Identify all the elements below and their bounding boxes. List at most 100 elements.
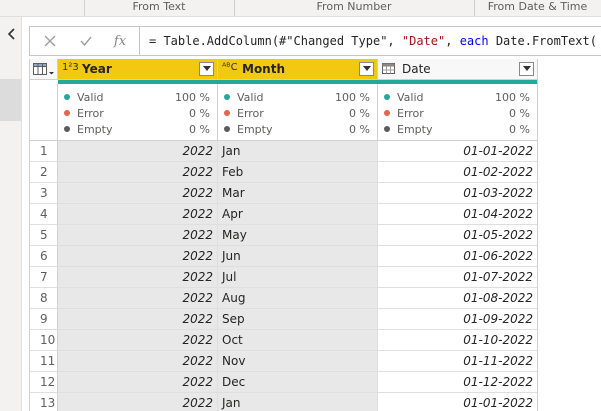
fx-icon: fx [113, 33, 127, 49]
row-number[interactable]: 10 [30, 330, 58, 351]
table-row[interactable]: 6 2022 Jun 01-06-2022 [30, 246, 537, 267]
cell-year[interactable]: 2022 [58, 183, 218, 204]
cell-year[interactable]: 2022 [58, 309, 218, 330]
row-number[interactable]: 2 [30, 162, 58, 183]
row-number[interactable]: 8 [30, 288, 58, 309]
cell-date[interactable]: 01-12-2022 [378, 372, 537, 393]
quality-valid-label: Valid [397, 91, 424, 104]
cell-year[interactable]: 2022 [58, 141, 218, 162]
quality-valid-row: Valid 100 % [64, 90, 210, 106]
insert-function-button[interactable]: fx [102, 27, 138, 55]
column-header-month[interactable]: ᴬᴮC Month [218, 59, 378, 80]
row-number[interactable]: 13 [30, 393, 58, 411]
empty-dot-icon [384, 126, 390, 132]
row-number[interactable]: 6 [30, 246, 58, 267]
table-row[interactable]: 1 2022 Jan 01-01-2022 [30, 141, 537, 162]
cell-year[interactable]: 2022 [58, 351, 218, 372]
cell-year[interactable]: 2022 [58, 225, 218, 246]
table-row[interactable]: 9 2022 Sep 01-09-2022 [30, 309, 537, 330]
cell-year[interactable]: 2022 [58, 204, 218, 225]
cell-month[interactable]: Dec [218, 372, 378, 393]
cell-month[interactable]: Jul [218, 267, 378, 288]
cell-date[interactable]: 01-11-2022 [378, 351, 537, 372]
text-type-icon[interactable]: ᴬᴮC [222, 62, 238, 73]
table-row[interactable]: 7 2022 Jul 01-07-2022 [30, 267, 537, 288]
table-row[interactable]: 10 2022 Oct 01-10-2022 [30, 330, 537, 351]
selected-query-item[interactable] [0, 79, 21, 121]
quality-valid-pct: 100 % [495, 91, 530, 104]
quality-empty-row: Empty 0 % [224, 122, 370, 138]
formula-input[interactable]: = Table.AddColumn(#"Changed Type", "Date… [149, 27, 601, 55]
column-filter-dropdown-month[interactable] [359, 62, 374, 76]
cell-year[interactable]: 2022 [58, 288, 218, 309]
row-number[interactable]: 9 [30, 309, 58, 330]
column-header-year[interactable]: 1²3 Year [58, 59, 218, 80]
quality-error-label: Error [397, 107, 424, 120]
commit-formula-button[interactable] [68, 27, 104, 55]
formula-prefix: = Table.AddColumn(#"Changed Type", [149, 34, 402, 48]
cell-date[interactable]: 01-10-2022 [378, 330, 537, 351]
cell-date[interactable]: 01-06-2022 [378, 246, 537, 267]
cell-date[interactable]: 01-09-2022 [378, 309, 537, 330]
cell-month[interactable]: Jan [218, 141, 378, 162]
cell-month[interactable]: Jan [218, 393, 378, 411]
cell-year[interactable]: 2022 [58, 330, 218, 351]
table-row[interactable]: 5 2022 May 01-05-2022 [30, 225, 537, 246]
cell-date[interactable]: 01-05-2022 [378, 225, 537, 246]
cell-year[interactable]: 2022 [58, 393, 218, 411]
valid-dot-icon [384, 94, 390, 100]
table-row[interactable]: 4 2022 Apr 01-04-2022 [30, 204, 537, 225]
formula-mid: , [445, 34, 460, 48]
cell-month[interactable]: Nov [218, 351, 378, 372]
error-dot-icon [64, 110, 70, 116]
table-row[interactable]: 13 2022 Jan 01-01-2022 [30, 393, 537, 411]
cell-date[interactable]: 01-04-2022 [378, 204, 537, 225]
column-quality-date: Valid 100 % Error 0 % Empty 0 % [378, 84, 537, 141]
table-row[interactable]: 8 2022 Aug 01-08-2022 [30, 288, 537, 309]
cell-date[interactable]: 01-03-2022 [378, 183, 537, 204]
cell-date[interactable]: 01-07-2022 [378, 267, 537, 288]
row-number[interactable]: 12 [30, 372, 58, 393]
quality-error-pct: 0 % [189, 107, 210, 120]
cell-year[interactable]: 2022 [58, 162, 218, 183]
cell-month[interactable]: Aug [218, 288, 378, 309]
cell-month[interactable]: Sep [218, 309, 378, 330]
empty-dot-icon [224, 126, 230, 132]
cell-date[interactable]: 01-01-2022 [378, 141, 537, 162]
row-number[interactable]: 7 [30, 267, 58, 288]
column-filter-dropdown-date[interactable] [519, 62, 534, 76]
row-number[interactable]: 3 [30, 183, 58, 204]
quality-empty-label: Empty [77, 123, 113, 136]
row-number[interactable]: 11 [30, 351, 58, 372]
table-row[interactable]: 3 2022 Mar 01-03-2022 [30, 183, 537, 204]
cell-month[interactable]: Feb [218, 162, 378, 183]
cell-month[interactable]: Jun [218, 246, 378, 267]
chevron-down-icon [362, 66, 371, 71]
column-filter-dropdown-year[interactable] [199, 62, 214, 76]
chevron-left-icon[interactable] [6, 28, 18, 40]
valid-dot-icon [64, 94, 70, 100]
table-row[interactable]: 11 2022 Nov 01-11-2022 [30, 351, 537, 372]
table-row[interactable]: 12 2022 Dec 01-12-2022 [30, 372, 537, 393]
whole-number-type-icon[interactable]: 1²3 [62, 62, 79, 73]
cell-month[interactable]: Oct [218, 330, 378, 351]
date-type-icon[interactable] [382, 62, 396, 78]
calendar-icon [382, 63, 395, 74]
cell-date[interactable]: 01-08-2022 [378, 288, 537, 309]
table-row[interactable]: 2 2022 Feb 01-02-2022 [30, 162, 537, 183]
cell-year[interactable]: 2022 [58, 246, 218, 267]
cell-year[interactable]: 2022 [58, 372, 218, 393]
cell-month[interactable]: May [218, 225, 378, 246]
cell-month[interactable]: Mar [218, 183, 378, 204]
table-menu-button[interactable] [30, 59, 58, 80]
row-number[interactable]: 5 [30, 225, 58, 246]
cell-month[interactable]: Apr [218, 204, 378, 225]
row-number[interactable]: 1 [30, 141, 58, 162]
cancel-formula-button[interactable] [32, 27, 68, 55]
row-number[interactable]: 4 [30, 204, 58, 225]
cell-date[interactable]: 01-01-2022 [378, 393, 537, 411]
column-header-date[interactable]: Date [378, 59, 537, 80]
cell-date[interactable]: 01-02-2022 [378, 162, 537, 183]
cell-year[interactable]: 2022 [58, 267, 218, 288]
quality-empty-row: Empty 0 % [384, 122, 530, 138]
